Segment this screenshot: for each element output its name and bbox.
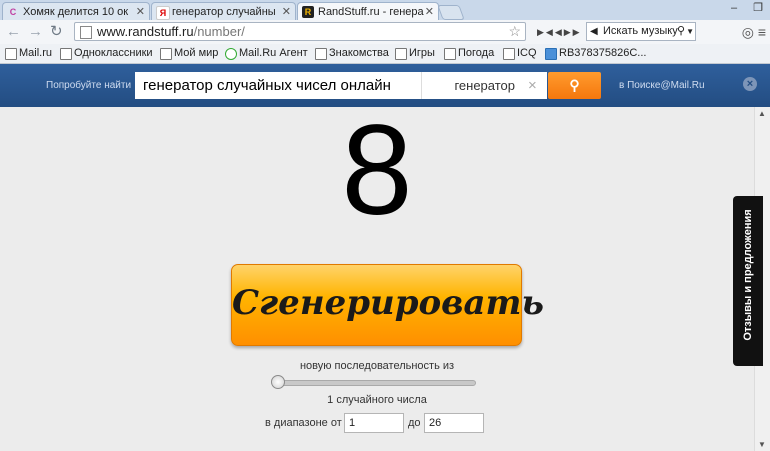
browser-toolbar: ← → ↻ www.randstuff.ru/number/ ☆ ▶◀◀▶▶ ◀… <box>0 20 770 45</box>
count-label: 1 случайного числа <box>327 394 427 406</box>
page-content: 8 Сгенерировать новую последовательность… <box>0 101 754 451</box>
mailru-icon <box>5 48 17 60</box>
bookmark-item[interactable]: Мой мир <box>160 44 218 63</box>
hamster-favicon-icon: C <box>9 7 17 17</box>
category-label: генератор <box>454 78 515 93</box>
randstuff-favicon-icon: R <box>302 6 314 18</box>
music-player-controls: ▶◀◀▶▶ <box>537 23 582 41</box>
range-from-label: в диапазоне от <box>265 417 342 429</box>
search-category-select[interactable]: генератор <box>421 72 521 99</box>
scroll-up-icon[interactable]: ▲ <box>758 109 766 118</box>
close-tab-icon[interactable]: ✕ <box>425 3 434 20</box>
bookmark-label: Mail.ru <box>19 47 53 59</box>
tab-yandex[interactable]: Я генератор случайны ✕ <box>151 2 296 20</box>
scroll-down-icon[interactable]: ▼ <box>758 440 766 449</box>
tab-title: Хомяк делится 10 ок <box>23 6 129 18</box>
bookmark-label: ICQ <box>517 47 537 59</box>
generate-button[interactable]: Сгенерировать <box>231 264 544 346</box>
cube-icon <box>545 48 557 60</box>
bookmark-item[interactable]: RB378375826C... <box>545 44 646 63</box>
feedback-label: Отзывы и предложения <box>742 209 754 341</box>
music-search-input[interactable]: ◀ Искать музыку ⚲ ▼ <box>586 22 696 41</box>
bookmark-item[interactable]: Знакомства <box>315 44 389 63</box>
bookmark-label: Mail.Ru Агент <box>239 47 308 59</box>
reload-icon[interactable]: ↻ <box>50 23 63 41</box>
prev-icon[interactable]: ◀◀ <box>546 27 564 37</box>
close-icon[interactable]: × <box>743 77 757 91</box>
folder-icon <box>444 48 456 60</box>
url-path: /number/ <box>193 24 245 39</box>
maximize-icon[interactable]: ❐ <box>746 0 770 16</box>
new-tab-button[interactable] <box>437 5 465 20</box>
bookmark-label: Погода <box>458 47 495 59</box>
bookmarks-bar: Mail.ru Одноклассники Мой мир Mail.Ru Аг… <box>0 44 770 64</box>
folder-icon <box>503 48 515 60</box>
tab-hamster[interactable]: C Хомяк делится 10 ок ✕ <box>2 2 150 20</box>
folder-icon <box>60 48 72 60</box>
close-tab-icon[interactable]: ✕ <box>282 3 291 20</box>
yandex-favicon-icon: Я <box>156 6 170 20</box>
tab-randstuff[interactable]: R RandStuff.ru - генера ✕ <box>297 2 439 20</box>
extension-icon[interactable]: ◎ <box>742 24 754 40</box>
bookmark-item[interactable]: Погода <box>444 44 494 63</box>
speaker-icon: ◀ <box>590 26 598 37</box>
slider-handle[interactable] <box>271 375 285 389</box>
folder-icon <box>395 48 407 60</box>
bookmark-star-icon[interactable]: ☆ <box>508 23 521 40</box>
window-controls: – ❐ <box>722 0 770 18</box>
try-label: Попробуйте найти <box>46 80 132 91</box>
bookmark-label: Одноклассники <box>74 47 153 59</box>
back-arrow-icon[interactable]: ← <box>6 23 21 41</box>
range-to-input[interactable]: 26 <box>424 413 484 433</box>
search-icon: ⚲ <box>569 77 580 93</box>
sequence-label: новую последовательность из <box>299 360 455 372</box>
bookmark-label: Мой мир <box>174 47 219 59</box>
folder-icon <box>315 48 327 60</box>
play-icon[interactable]: ▶ <box>537 27 546 37</box>
bookmark-label: Игры <box>409 47 435 59</box>
next-icon[interactable]: ▶▶ <box>564 27 582 37</box>
clear-icon[interactable]: × <box>528 72 537 99</box>
bookmark-item[interactable]: Одноклассники <box>60 44 153 63</box>
minimize-icon[interactable]: – <box>722 0 746 16</box>
search-icon[interactable]: ⚲ <box>677 23 685 40</box>
url-domain: www.randstuff.ru <box>97 24 194 39</box>
random-result: 8 <box>341 99 413 242</box>
bookmark-item[interactable]: Игры <box>395 44 435 63</box>
count-slider[interactable] <box>271 375 476 389</box>
folder-icon <box>160 48 172 60</box>
chevron-down-icon[interactable]: ▼ <box>686 23 694 40</box>
bookmark-label: RB378375826C... <box>559 47 647 59</box>
bookmark-item[interactable]: ICQ <box>503 44 537 63</box>
bookmark-label: Знакомства <box>329 47 389 59</box>
search-mailru-link[interactable]: в Поиске@Mail.Ru <box>619 80 705 91</box>
agent-icon <box>225 48 237 60</box>
tab-strip: C Хомяк делится 10 ок ✕ Я генератор случ… <box>0 0 770 20</box>
menu-icon[interactable]: ≡ <box>758 24 766 40</box>
tab-title: генератор случайны <box>172 6 276 18</box>
close-tab-icon[interactable]: ✕ <box>136 3 145 20</box>
bookmark-item[interactable]: Mail.ru <box>5 44 52 63</box>
search-button[interactable]: ⚲ <box>548 72 601 99</box>
tab-title: RandStuff.ru - генера <box>318 6 424 18</box>
range-from-input[interactable]: 1 <box>344 413 404 433</box>
forward-arrow-icon[interactable]: → <box>28 23 43 41</box>
range-to-label: до <box>408 417 421 429</box>
feedback-tab[interactable]: Отзывы и предложения <box>733 196 763 366</box>
page-icon <box>80 26 92 39</box>
address-bar[interactable]: www.randstuff.ru/number/ ☆ <box>74 22 526 41</box>
bookmark-item[interactable]: Mail.Ru Агент <box>225 44 308 63</box>
toolbar-right: ◎ ≡ <box>742 23 766 41</box>
music-search-placeholder: Искать музыку <box>603 25 678 37</box>
